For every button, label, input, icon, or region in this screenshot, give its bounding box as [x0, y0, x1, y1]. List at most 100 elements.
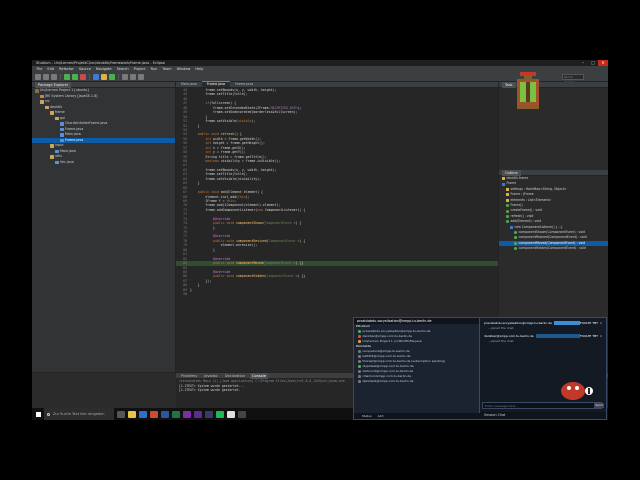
chrome-icon[interactable]: [227, 410, 235, 418]
search-icon: [47, 412, 50, 416]
method-icon: [514, 241, 517, 245]
tab-package-explorer[interactable]: Package Explorer: [35, 81, 72, 88]
presence-offline-icon: [358, 370, 361, 373]
conversation-note: ...joined the chat.: [488, 326, 515, 330]
close-icon[interactable]: ×: [598, 321, 604, 325]
conversation-tab-time: FOOLTE TBT: [579, 333, 598, 338]
spotify-icon[interactable]: [216, 410, 224, 418]
conversation-tab[interactable]: dankbar@xmpp.com.tu-berlin.de FOOLTE TBT…: [482, 332, 604, 339]
presence-offline-icon: [358, 380, 361, 383]
conversation-tab-time: FOOLTE TBT: [579, 320, 598, 325]
line-number: 90: [183, 292, 187, 297]
save-icon[interactable]: [43, 73, 49, 80]
pet-overlay-icon: [561, 382, 593, 400]
taskbar-search[interactable]: Zur Suche Text hier eingeben: [44, 408, 114, 420]
package-icon: [55, 116, 59, 120]
tab-outline[interactable]: Outline: [502, 169, 521, 176]
run-icon[interactable]: [72, 73, 78, 80]
file-explorer-icon[interactable]: [128, 410, 136, 418]
java-file-icon: [55, 160, 59, 164]
tree-item[interactable]: Vec.java: [32, 160, 175, 166]
edge-icon[interactable]: [139, 410, 147, 418]
package-icon: [50, 111, 54, 115]
java-file-icon: [60, 138, 64, 142]
code-text: }: [190, 181, 200, 186]
method-icon: [506, 214, 509, 218]
package-icon: [502, 177, 505, 181]
new-package-icon[interactable]: [101, 73, 107, 80]
onenote-icon[interactable]: [183, 410, 191, 418]
code-text: public void componentMoved(ComponentEven…: [213, 261, 304, 266]
contact-list-footer: Status Add: [354, 413, 480, 419]
presence-busy-icon: [358, 335, 361, 338]
conversation-tab-bar: [553, 320, 580, 325]
contact-item[interactable]: dpkstiedl@xmpp.com.tu-berlin.de: [354, 379, 479, 384]
tab-problems[interactable]: Problems: [179, 373, 199, 379]
send-button[interactable]: Send: [594, 403, 604, 408]
chat-footer: Session Chat: [480, 412, 606, 419]
presence-offline-icon: [358, 355, 361, 358]
conversation-tab-bar: [535, 333, 580, 338]
method-icon: [506, 209, 509, 213]
tree-item-label: Frame.java: [65, 137, 84, 142]
quick-access-input[interactable]: Quick Access: [562, 73, 584, 84]
class-icon: [502, 182, 505, 186]
terminal-icon[interactable]: [238, 410, 246, 418]
message-input[interactable]: Enter message here...: [482, 402, 602, 409]
lantern-overlay-icon: [517, 72, 539, 109]
new-class-icon[interactable]: [109, 73, 115, 80]
presence-online-icon: [358, 365, 361, 368]
tab-console[interactable]: Console: [250, 372, 268, 379]
save-all-icon[interactable]: [51, 73, 57, 80]
java-file-icon: [60, 133, 64, 137]
outline-item[interactable]: componentHidden(ComponentEvent) : void: [499, 246, 608, 251]
close-icon[interactable]: ×: [598, 334, 604, 338]
contact-name: Uni/Lernen Project 1 cc/dtk/dth/file.jav…: [362, 339, 422, 343]
external-tools-icon[interactable]: [80, 73, 86, 80]
contact-rows: ▾ Studium praxislabdu.socyalisation@xmpp.…: [354, 324, 479, 384]
code-text: frame.setTitle(title);: [190, 92, 248, 97]
start-button[interactable]: [32, 408, 44, 420]
excel-icon[interactable]: [172, 410, 180, 418]
method-icon: [514, 247, 517, 251]
java-file-icon: [60, 122, 64, 126]
screen: Studium - Uni/Lernen/ProjektC/src/deukti…: [32, 60, 608, 420]
tab-task-list[interactable]: Task: [502, 81, 516, 88]
chat-window: praxislabdu.socyalisation@xmpp.tu-berlin…: [353, 317, 607, 420]
outline-item-label: componentHidden(ComponentEvent) : void: [518, 246, 586, 251]
office-icon[interactable]: [150, 410, 158, 418]
debug-icon[interactable]: [64, 73, 70, 80]
window-title: Studium - Uni/Lernen/ProjektC/src/deukti…: [36, 61, 166, 65]
forward-icon[interactable]: [138, 73, 144, 80]
field-icon: [506, 187, 509, 191]
new-java-project-icon[interactable]: [93, 73, 99, 80]
code-text: }: [190, 225, 215, 230]
presence-online-icon: [358, 330, 361, 333]
class-icon: [510, 225, 513, 229]
code-line[interactable]: 90: [176, 292, 498, 296]
new-icon[interactable]: [35, 73, 41, 80]
back-icon[interactable]: [130, 73, 136, 80]
jar-icon: [40, 94, 44, 98]
code-text: frame.setVisible(visible);: [190, 119, 256, 124]
tab-declaration[interactable]: Declaration: [223, 373, 247, 379]
eclipse-icon[interactable]: [205, 410, 213, 418]
search-icon[interactable]: [122, 73, 128, 80]
conversation-tab[interactable]: praxislabdu.socyalisation@xmpp.tu-berlin…: [482, 319, 604, 326]
package-icon: [50, 155, 54, 159]
presence-offline-icon: [358, 375, 361, 378]
tab-javadoc[interactable]: Javadoc: [202, 373, 220, 379]
editor-tab[interactable]: Frame.java: [201, 81, 231, 87]
editor-tab[interactable]: Main.java: [176, 82, 202, 87]
conversation-pane: praxislabdu.socyalisation@xmpp.tu-berlin…: [480, 318, 606, 419]
word-icon[interactable]: [161, 410, 169, 418]
task-view-icon[interactable]: [117, 410, 125, 418]
task-list-view: Task: [498, 81, 608, 170]
status-button[interactable]: Status: [362, 414, 372, 418]
visual-studio-icon[interactable]: [194, 410, 202, 418]
outline-tree: deuktik.frame Frame settings : HashMap<Str…: [499, 176, 608, 251]
toolbar-separator: [89, 73, 90, 80]
editor-tab[interactable]: Frame.java: [230, 82, 259, 87]
windows-logo-icon: [35, 411, 41, 417]
add-contact-button[interactable]: Add: [378, 414, 384, 418]
